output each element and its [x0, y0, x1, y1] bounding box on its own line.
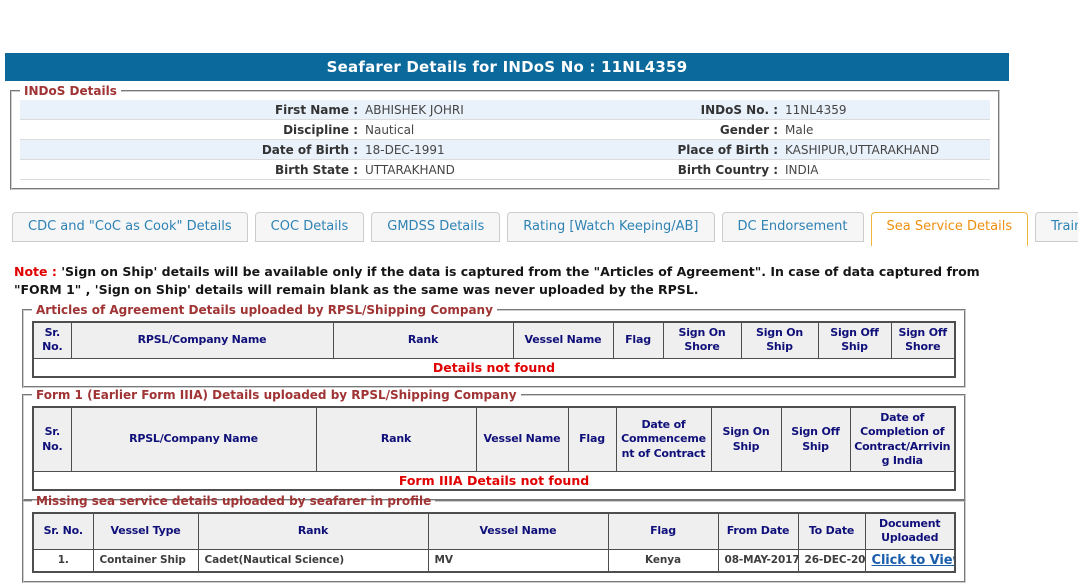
form1-header-row: Sr. No. RPSL/Company Name Rank Vessel Na…	[32, 406, 956, 473]
articles-table: Sr. No. RPSL/Company Name Rank Vessel Na…	[32, 321, 956, 378]
col-sr-no: Sr. No.	[32, 321, 72, 359]
missing-sea-service-section: Missing sea service details uploaded by …	[22, 494, 966, 583]
tab-cdc-coc-cook[interactable]: CDC and "CoC as Cook" Details	[12, 212, 248, 242]
articles-empty-message: Details not found	[32, 357, 956, 378]
articles-header-row: Sr. No. RPSL/Company Name Rank Vessel Na…	[32, 321, 956, 359]
tab-coc-details[interactable]: COC Details	[254, 212, 365, 242]
col-date-commencement: Date of Commencement of Contract	[615, 406, 712, 473]
col-vessel-name: Vessel Name	[427, 512, 609, 550]
page-title-bar: Seafarer Details for INDoS No : 11NL4359	[5, 53, 1009, 81]
col-rpsl-company: RPSL/Company Name	[70, 321, 334, 359]
form1-section-legend: Form 1 (Earlier Form IIIA) Details uploa…	[36, 388, 517, 402]
place-of-birth-label: Place of Birth :	[677, 142, 778, 157]
col-sign-on-ship: Sign On Ship	[710, 406, 782, 473]
indos-no-label: INDoS No. :	[700, 102, 778, 117]
cell-from-date: 08-MAY-2017	[717, 548, 799, 573]
gender-value: Male	[785, 122, 814, 137]
discipline-label: Discipline :	[283, 122, 358, 137]
cell-document-uploaded: Click to View	[864, 548, 956, 573]
col-sign-on-ship: Sign On Ship	[740, 321, 819, 359]
tab-rating-watch-keeping[interactable]: Rating [Watch Keeping/AB]	[507, 212, 715, 242]
col-rank: Rank	[197, 512, 429, 550]
indos-row-discipline: Discipline : Nautical Gender : Male	[20, 120, 990, 140]
indos-details-legend: INDoS Details	[24, 84, 117, 98]
note-text: 'Sign on Ship' details will be available…	[14, 264, 980, 297]
indos-no-value: 11NL4359	[785, 102, 847, 117]
cell-vessel-name: MV	[427, 548, 609, 573]
col-sign-off-ship: Sign Off Ship	[817, 321, 892, 359]
col-flag: Flag	[612, 321, 664, 359]
birth-country-label: Birth Country :	[677, 162, 778, 177]
form1-section: Form 1 (Earlier Form IIIA) Details uploa…	[22, 388, 966, 502]
discipline-value: Nautical	[365, 122, 415, 137]
indos-row-birth: Date of Birth : 18-DEC-1991 Place of Bir…	[20, 140, 990, 160]
cell-sr-no: 1.	[32, 548, 94, 573]
dob-label: Date of Birth :	[261, 142, 358, 157]
click-to-view-link[interactable]: Click to View	[872, 553, 955, 568]
table-row: 1. Container Ship Cadet(Nautical Science…	[32, 548, 956, 573]
form1-empty-message: Form IIIA Details not found	[32, 471, 956, 491]
form1-table: Sr. No. RPSL/Company Name Rank Vessel Na…	[32, 406, 956, 492]
col-sr-no: Sr. No.	[32, 406, 72, 473]
articles-section-legend: Articles of Agreement Details uploaded b…	[36, 303, 493, 317]
col-to-date: To Date	[797, 512, 866, 550]
sign-on-ship-note: Note : 'Sign on Ship' details will be av…	[14, 263, 1010, 299]
col-document-uploaded: Document Uploaded	[864, 512, 956, 550]
page-title: Seafarer Details for INDoS No : 11NL4359	[326, 58, 688, 76]
indos-details-fieldset: INDoS Details First Name : ABHISHEK JOHR…	[10, 84, 1000, 190]
col-vessel-type: Vessel Type	[92, 512, 199, 550]
cell-vessel-type: Container Ship	[92, 548, 199, 573]
missing-header-row: Sr. No. Vessel Type Rank Vessel Name Fla…	[32, 512, 956, 550]
cell-rank: Cadet(Nautical Science)	[197, 548, 429, 573]
gender-label: Gender :	[719, 122, 778, 137]
col-sign-on-shore: Sign On Shore	[662, 321, 742, 359]
col-vessel-name: Vessel Name	[512, 321, 614, 359]
indos-row-name: First Name : ABHISHEK JOHRI INDoS No. : …	[20, 100, 990, 120]
cell-flag: Kenya	[607, 548, 719, 573]
dob-value: 18-DEC-1991	[365, 142, 445, 157]
col-rpsl-company: RPSL/Company Name	[70, 406, 317, 473]
indos-row-state: Birth State : UTTARAKHAND Birth Country …	[20, 160, 990, 180]
col-rank: Rank	[332, 321, 514, 359]
col-flag: Flag	[567, 406, 617, 473]
col-date-completion: Date of Completion of Contract/Arriving …	[849, 406, 956, 473]
cell-to-date: 26-DEC-2017	[797, 548, 866, 573]
first-name-value: ABHISHEK JOHRI	[365, 102, 464, 117]
place-of-birth-value: KASHIPUR,UTTARAKHAND	[785, 142, 940, 157]
col-sr-no: Sr. No.	[32, 512, 94, 550]
missing-sea-service-table: Sr. No. Vessel Type Rank Vessel Name Fla…	[32, 512, 956, 573]
missing-section-legend: Missing sea service details uploaded by …	[36, 494, 432, 508]
tab-training-details[interactable]: Training Details	[1035, 212, 1078, 242]
first-name-label: First Name :	[274, 102, 358, 117]
form1-empty-row: Form IIIA Details not found	[32, 471, 956, 491]
col-flag: Flag	[607, 512, 719, 550]
tab-bar: CDC and "CoC as Cook" Details COC Detail…	[12, 212, 1078, 246]
col-from-date: From Date	[717, 512, 799, 550]
col-sign-off-shore: Sign Off Shore	[890, 321, 956, 359]
note-prefix: Note :	[14, 264, 57, 279]
birth-country-value: INDIA	[785, 162, 819, 177]
birth-state-value: UTTARAKHAND	[365, 162, 455, 177]
articles-of-agreement-section: Articles of Agreement Details uploaded b…	[22, 303, 966, 388]
tab-dc-endorsement[interactable]: DC Endorsement	[721, 212, 864, 242]
birth-state-label: Birth State :	[275, 162, 358, 177]
tab-gmdss-details[interactable]: GMDSS Details	[371, 212, 501, 242]
col-vessel-name: Vessel Name	[475, 406, 569, 473]
col-rank: Rank	[315, 406, 477, 473]
tab-sea-service-details[interactable]: Sea Service Details	[870, 212, 1029, 246]
col-sign-off-ship: Sign Off Ship	[780, 406, 851, 473]
articles-empty-row: Details not found	[32, 357, 956, 378]
